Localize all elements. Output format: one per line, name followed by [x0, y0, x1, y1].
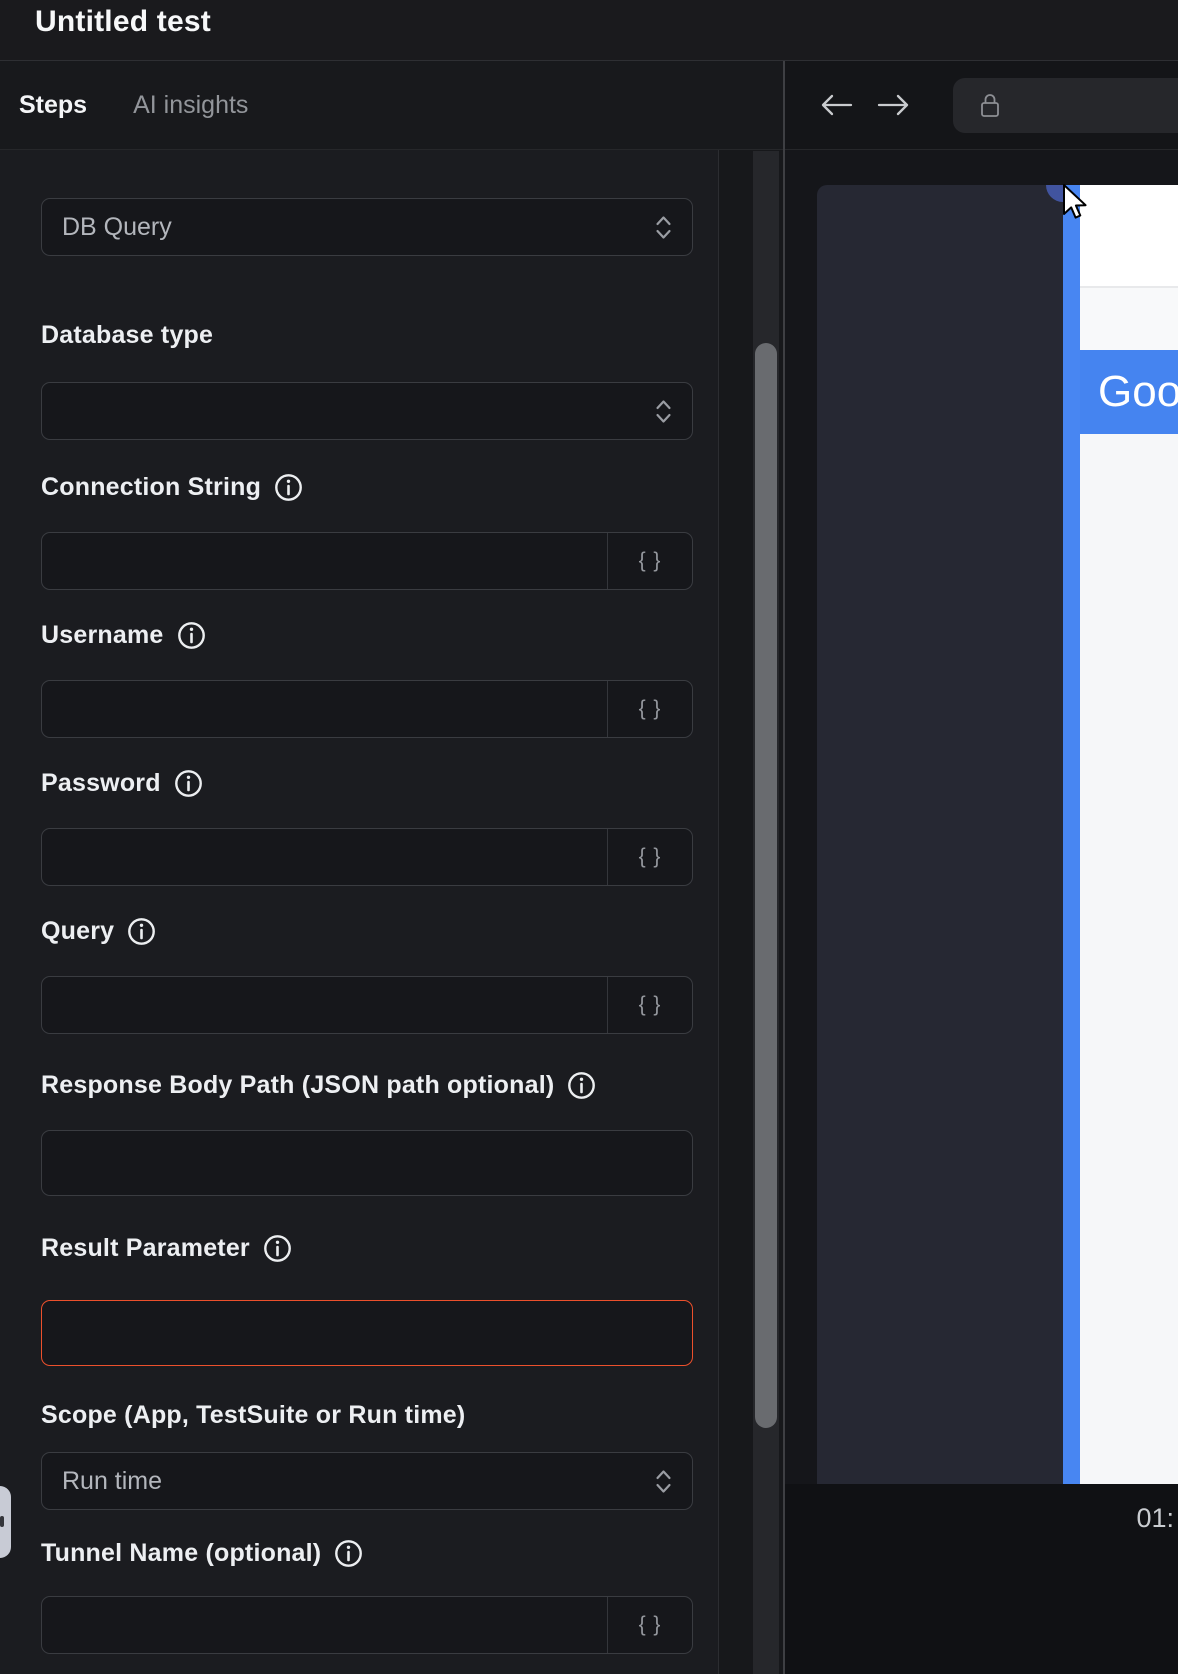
preview-gray-strip: [1080, 288, 1178, 350]
info-icon[interactable]: [177, 621, 206, 650]
chevron-up-down-icon: [655, 214, 672, 241]
password-label: Password: [41, 768, 693, 798]
window-titlebar: Untitled test: [0, 0, 1178, 61]
tab-bar: Steps AI insights: [0, 61, 783, 150]
preview-blue-strip: [1063, 185, 1080, 1484]
db-query-form: DB Query Database type Connection String…: [41, 150, 693, 1654]
preview-banner-text: Goog: [1098, 367, 1178, 417]
tab-ai-insights[interactable]: AI insights: [133, 91, 248, 120]
action-type-select[interactable]: DB Query: [41, 198, 693, 256]
database-type-select[interactable]: [41, 382, 693, 440]
response-body-path-input[interactable]: [42, 1131, 692, 1195]
recording-bottom-bar: 01:: [785, 1484, 1178, 1674]
tab-steps[interactable]: Steps: [19, 91, 87, 120]
connection-string-field: { }: [41, 532, 693, 590]
response-body-path-label: Response Body Path (JSON path optional): [41, 1070, 693, 1100]
response-body-path-field: [41, 1130, 693, 1196]
page-title: Untitled test: [35, 5, 211, 39]
tunnel-name-field: { }: [41, 1596, 693, 1654]
info-icon[interactable]: [274, 473, 303, 502]
info-icon[interactable]: [127, 917, 156, 946]
scope-value: Run time: [62, 1467, 162, 1496]
result-parameter-label: Result Parameter: [41, 1233, 693, 1263]
query-label: Query: [41, 916, 693, 946]
info-icon[interactable]: [567, 1071, 596, 1100]
back-arrow-icon[interactable]: [819, 92, 853, 118]
username-field: { }: [41, 680, 693, 738]
edge-drag-handle[interactable]: [0, 1486, 11, 1558]
variables-braces-button[interactable]: { }: [607, 829, 692, 885]
connection-string-input[interactable]: [42, 533, 607, 589]
tunnel-name-input[interactable]: [42, 1597, 607, 1653]
password-input[interactable]: [42, 829, 607, 885]
forward-arrow-icon[interactable]: [877, 92, 911, 118]
scope-label: Scope (App, TestSuite or Run time): [41, 1400, 693, 1430]
query-field: { }: [41, 976, 693, 1034]
mouse-pointer-icon: [1062, 183, 1100, 227]
username-label: Username: [41, 620, 693, 650]
result-parameter-field: [41, 1300, 693, 1366]
preview-google-banner: Goog: [1080, 350, 1178, 434]
info-icon[interactable]: [334, 1539, 363, 1568]
action-type-value: DB Query: [62, 213, 172, 242]
variables-braces-button[interactable]: { }: [607, 681, 692, 737]
connection-string-label: Connection String: [41, 472, 693, 502]
info-icon[interactable]: [174, 769, 203, 798]
variables-braces-button[interactable]: { }: [607, 977, 692, 1033]
live-preview-panel: Goog 01:: [785, 150, 1178, 1674]
scrollbar-gutter: [718, 150, 783, 1674]
result-parameter-input[interactable]: [42, 1301, 692, 1365]
scope-select[interactable]: Run time: [41, 1452, 693, 1510]
query-input[interactable]: [42, 977, 607, 1033]
variables-braces-button[interactable]: { }: [607, 1597, 692, 1653]
remote-browser-viewport[interactable]: [817, 185, 1063, 1484]
database-type-label: Database type: [41, 320, 693, 350]
session-timer: 01:: [1136, 1503, 1174, 1534]
scrollbar-thumb[interactable]: [755, 343, 777, 1428]
info-icon[interactable]: [263, 1234, 292, 1263]
lock-icon: [977, 92, 1003, 120]
preview-page-edge: Goog: [1080, 185, 1178, 1484]
password-field: { }: [41, 828, 693, 886]
chevron-up-down-icon: [655, 398, 672, 425]
username-input[interactable]: [42, 681, 607, 737]
drag-handle-dot: [0, 1516, 4, 1527]
tunnel-name-label: Tunnel Name (optional): [41, 1538, 693, 1568]
variables-braces-button[interactable]: { }: [607, 533, 692, 589]
browser-toolbar: [785, 61, 1178, 150]
chevron-up-down-icon: [655, 1468, 672, 1495]
address-bar[interactable]: [953, 78, 1178, 133]
